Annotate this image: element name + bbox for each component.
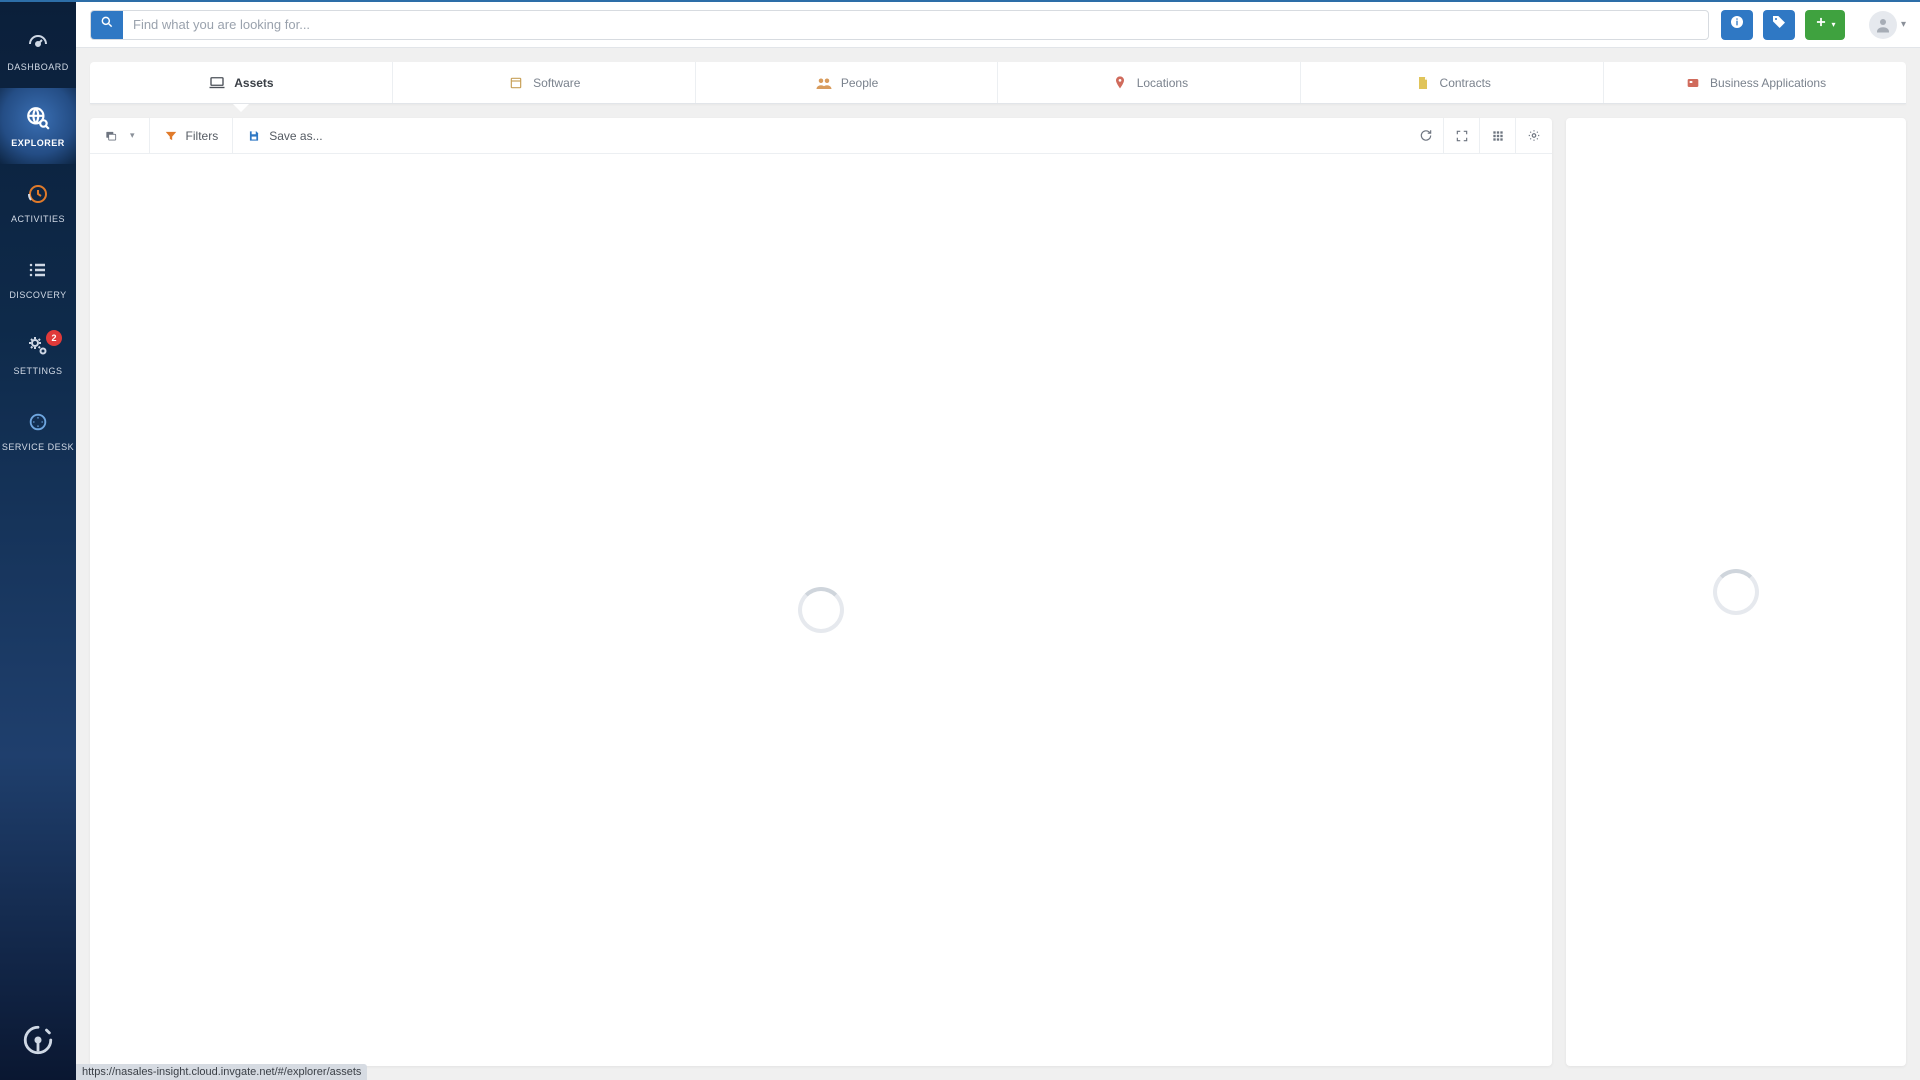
tab-label: Business Applications xyxy=(1710,76,1826,90)
sidebar-item-dashboard[interactable]: DASHBOARD xyxy=(0,12,76,88)
save-as-label: Save as... xyxy=(269,129,322,143)
sidebar-item-service-desk[interactable]: SERVICE DESK xyxy=(0,392,76,468)
tab-label: People xyxy=(841,76,878,90)
search-box xyxy=(90,10,1709,40)
laptop-icon xyxy=(208,74,226,92)
sidebar-item-discovery[interactable]: DISCOVERY xyxy=(0,240,76,316)
globe-search-icon xyxy=(24,104,52,132)
sidebar-item-explorer[interactable]: EXPLORER xyxy=(0,88,76,164)
chevron-down-icon: ▾ xyxy=(1831,20,1835,29)
sidebar-item-label: SETTINGS xyxy=(13,366,62,376)
stack-icon xyxy=(104,129,118,143)
tab-people[interactable]: People xyxy=(696,62,999,103)
list-icon xyxy=(24,256,52,284)
detail-panel xyxy=(1566,118,1906,1066)
settings-badge: 2 xyxy=(46,330,62,346)
views-dropdown[interactable]: ▾ xyxy=(90,118,150,153)
document-icon xyxy=(1414,74,1432,92)
tab-label: Assets xyxy=(234,76,273,90)
main-panel: ▾ Filters Save as... xyxy=(90,118,1552,1066)
tab-label: Contracts xyxy=(1440,76,1491,90)
app-icon xyxy=(1684,74,1702,92)
gear-icon xyxy=(1527,129,1541,143)
tag-button[interactable] xyxy=(1763,10,1795,40)
expand-icon xyxy=(1455,129,1469,143)
sidebar-item-settings[interactable]: 2 SETTINGS xyxy=(0,316,76,392)
add-button[interactable]: ▾ xyxy=(1805,10,1845,40)
avatar xyxy=(1869,11,1897,39)
loading-spinner xyxy=(798,587,844,633)
search-button[interactable] xyxy=(91,11,123,39)
save-icon xyxy=(247,129,261,143)
headset-icon xyxy=(24,408,52,436)
people-icon xyxy=(815,74,833,92)
topbar-actions: ▾ ▾ xyxy=(1721,10,1906,40)
pin-icon xyxy=(1111,74,1129,92)
filter-icon xyxy=(164,129,178,143)
topbar: ▾ ▾ xyxy=(76,2,1920,48)
info-icon xyxy=(1729,14,1745,35)
grid-view-button[interactable] xyxy=(1480,118,1516,153)
clock-history-icon xyxy=(24,180,52,208)
sidebar-item-label: DISCOVERY xyxy=(9,290,66,300)
tab-label: Software xyxy=(533,76,580,90)
grid-icon xyxy=(1491,129,1505,143)
sidebar-item-label: DASHBOARD xyxy=(7,62,69,72)
search-input[interactable] xyxy=(123,17,1708,32)
sidebar-item-label: ACTIVITIES xyxy=(11,214,65,224)
refresh-button[interactable] xyxy=(1408,118,1444,153)
tab-contracts[interactable]: Contracts xyxy=(1301,62,1604,103)
chevron-down-icon: ▾ xyxy=(1901,19,1906,30)
tab-software[interactable]: Software xyxy=(393,62,696,103)
tab-label: Locations xyxy=(1137,76,1188,90)
tab-business-applications[interactable]: Business Applications xyxy=(1604,62,1906,103)
filters-label: Filters xyxy=(186,129,219,143)
main-panel-body xyxy=(90,154,1552,1066)
panel-toolbar: ▾ Filters Save as... xyxy=(90,118,1552,154)
sidebar-item-label: SERVICE DESK xyxy=(2,442,74,452)
status-link: https://nasales-insight.cloud.invgate.ne… xyxy=(76,1064,367,1080)
search-icon xyxy=(100,15,114,34)
info-button[interactable] xyxy=(1721,10,1753,40)
detail-panel-body xyxy=(1566,118,1906,1066)
tag-icon xyxy=(1771,14,1787,35)
tab-assets[interactable]: Assets xyxy=(90,62,393,103)
loading-spinner xyxy=(1713,569,1759,615)
tab-locations[interactable]: Locations xyxy=(998,62,1301,103)
user-menu[interactable]: ▾ xyxy=(1869,11,1906,39)
sidebar-footer-logo xyxy=(18,1020,58,1060)
main-area: ▾ ▾ Assets xyxy=(76,2,1920,1080)
plus-icon xyxy=(1814,15,1828,34)
sidebar-item-activities[interactable]: ACTIVITIES xyxy=(0,164,76,240)
settings-button[interactable] xyxy=(1516,118,1552,153)
gauge-icon xyxy=(24,28,52,56)
fullscreen-button[interactable] xyxy=(1444,118,1480,153)
refresh-icon xyxy=(1419,129,1433,143)
sidebar-item-label: EXPLORER xyxy=(11,138,65,148)
chevron-down-icon: ▾ xyxy=(130,130,135,141)
category-tabs: Assets Software People Locations xyxy=(90,62,1906,104)
content-row: ▾ Filters Save as... xyxy=(76,104,1920,1080)
left-sidebar: DASHBOARD EXPLORER ACTIVITIES xyxy=(0,2,76,1080)
box-icon xyxy=(507,74,525,92)
save-as-button[interactable]: Save as... xyxy=(233,118,336,153)
filters-button[interactable]: Filters xyxy=(150,118,234,153)
